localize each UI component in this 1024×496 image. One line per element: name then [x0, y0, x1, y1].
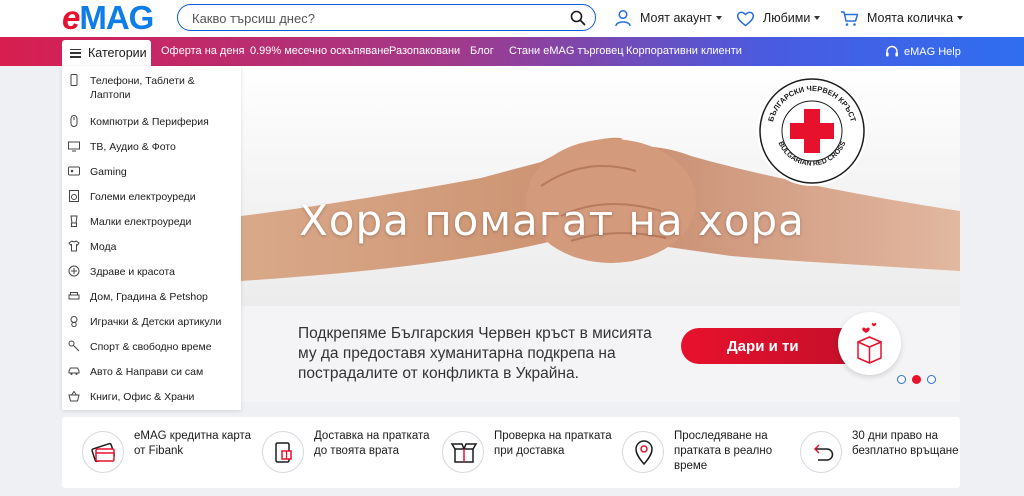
nav-link-deal-of-day[interactable]: Оферта на деня [161, 37, 245, 66]
nav-link-become-seller[interactable]: Стани eMAG търговец [509, 37, 624, 66]
category-label: Големи електроуреди [90, 191, 196, 203]
search-input[interactable] [192, 10, 562, 26]
cart-menu[interactable]: Моята количка [840, 8, 964, 28]
teddy-bear-icon [70, 316, 78, 327]
category-label: Книги, Офис & Храни [90, 391, 195, 403]
hero-banner[interactable]: БЪЛГАРСКИ ЧЕРВЕН КРЪСТ BULGARIAN RED CRO… [241, 66, 960, 402]
donate-button[interactable]: Дари и ти [681, 328, 864, 364]
carousel-dot[interactable] [897, 375, 906, 384]
category-item-books[interactable]: Книги, Офис & Храни [62, 390, 241, 404]
category-item-toys[interactable]: Играчки & Детски артикули [62, 315, 241, 329]
categories-label: Категории [88, 46, 147, 60]
favorites-label: Любими [763, 11, 811, 25]
benefit-returns[interactable]: 30 дни право на безплатно връщане [800, 429, 972, 477]
benefit-text: Проверка на пратката при доставка [494, 430, 612, 457]
benefit-credit-card[interactable]: eMAG кредитна карта от Fibank [82, 429, 254, 477]
nav-link-installments[interactable]: 0.99% месечно оскъпяване [250, 37, 389, 66]
category-label: Компютри & Периферия [90, 116, 209, 128]
benefit-inspection[interactable]: Проверка на пратката при доставка [442, 429, 614, 477]
category-item-sport[interactable]: Спорт & свободно време [62, 340, 241, 354]
category-label: Телефони, Таблети & Лаптопи [90, 75, 195, 101]
gift-box-icon [838, 312, 901, 375]
benefit-text: Проследяване на пратката в реално време [674, 430, 773, 472]
gamepad-icon [68, 166, 80, 176]
logo-e: e [62, 0, 80, 36]
cart-label: Моята количка [867, 11, 954, 25]
red-cross-logo: БЪЛГАРСКИ ЧЕРВЕН КРЪСТ BULGARIAN RED CRO… [757, 76, 867, 186]
sport-icon [68, 340, 80, 352]
benefit-text: 30 дни право на безплатно връщане [852, 430, 959, 457]
car-icon [68, 367, 80, 375]
category-item-small-appliances[interactable]: Малки електроуреди [62, 215, 241, 229]
benefit-delivery[interactable]: Доставка на пратката до твоята врата [262, 429, 434, 477]
carousel-dot[interactable] [927, 375, 936, 384]
carousel-dots [897, 375, 936, 384]
category-label: Мода [90, 241, 117, 253]
category-item-fashion[interactable]: Мода [62, 240, 241, 254]
benefit-tracking[interactable]: Проследяване на пратката в реално време [622, 429, 794, 477]
category-label: ТВ, Аудио & Фото [90, 141, 176, 153]
category-item-health[interactable]: Здраве и красота [62, 265, 241, 279]
category-item-home[interactable]: Дом, Градина & Petshop [62, 290, 241, 304]
category-label: Малки електроуреди [90, 216, 192, 228]
banner-headline: Хора помагат на хора [299, 196, 805, 245]
phone-icon [70, 74, 78, 86]
category-item-computers[interactable]: Компютри & Периферия [62, 115, 241, 129]
nav-link-blog[interactable]: Блог [470, 37, 494, 66]
logo-mag: MAG [79, 0, 154, 36]
emag-logo[interactable]: e MAG [62, 0, 154, 36]
washing-machine-icon [69, 190, 79, 202]
carousel-dot-active[interactable] [912, 375, 921, 384]
blender-icon [70, 215, 78, 227]
chevron-down-icon [957, 16, 964, 20]
headset-icon [886, 45, 898, 56]
favorites-menu[interactable]: Любими [736, 8, 821, 28]
benefit-text: eMAG кредитна карта от Fibank [134, 430, 252, 457]
open-box-icon [442, 431, 484, 473]
sofa-icon [68, 292, 80, 300]
main-nav: Категории Оферта на деня 0.99% месечно о… [0, 37, 1024, 66]
menu-icon [70, 48, 81, 58]
chevron-down-icon [814, 16, 821, 20]
help-link[interactable]: eMAG Help [885, 37, 961, 66]
account-label: Моят акаунт [640, 11, 712, 25]
category-item-tv[interactable]: ТВ, Аудио & Фото [62, 140, 241, 154]
category-item-auto[interactable]: Авто & Направи си сам [62, 365, 241, 379]
category-label: Gaming [90, 166, 127, 178]
category-item-large-appliances[interactable]: Големи електроуреди [62, 190, 241, 204]
user-icon [615, 9, 631, 27]
nav-link-unboxed[interactable]: Разопаковани [389, 37, 460, 66]
tv-icon [68, 141, 80, 152]
credit-card-icon [82, 431, 124, 473]
chevron-down-icon [715, 16, 722, 20]
category-item-gaming[interactable]: Gaming [62, 165, 241, 179]
mouse-icon [70, 115, 78, 127]
benefit-text: Доставка на пратката до твоята врата [314, 430, 430, 457]
category-label: Здраве и красота [90, 266, 175, 278]
banner-subtext: Подкрепяме Българския Червен кръст в мис… [298, 325, 652, 382]
category-label: Авто & Направи си сам [90, 366, 204, 378]
nav-link-corporate[interactable]: Корпоративни клиенти [626, 37, 742, 66]
return-arrow-icon [800, 431, 842, 473]
basket-icon [68, 390, 80, 402]
category-item-phones[interactable]: Телефони, Таблети & Лаптопи [62, 74, 241, 102]
category-label: Играчки & Детски артикули [90, 316, 222, 328]
search-icon[interactable] [570, 10, 586, 26]
help-label: eMAG Help [904, 45, 961, 58]
delivery-icon [262, 431, 304, 473]
donate-label: Дари и ти [727, 337, 799, 355]
health-icon [68, 265, 80, 277]
search-bar [177, 4, 596, 31]
cart-icon [841, 10, 859, 26]
categories-button[interactable]: Категории [62, 40, 151, 66]
benefits-strip: eMAG кредитна карта от Fibank Доставка н… [62, 417, 960, 488]
category-label: Спорт & свободно време [90, 341, 212, 353]
location-pin-icon [622, 431, 664, 473]
heart-icon [736, 11, 755, 26]
category-label: Дом, Градина & Petshop [90, 291, 208, 303]
header: eMAG Моят акаунт Любими Моята количка [0, 0, 1024, 37]
account-menu[interactable]: Моят акаунт [614, 8, 722, 28]
categories-menu: Телефони, Таблети & Лаптопи Компютри & П… [62, 66, 241, 410]
tshirt-icon [68, 240, 80, 252]
